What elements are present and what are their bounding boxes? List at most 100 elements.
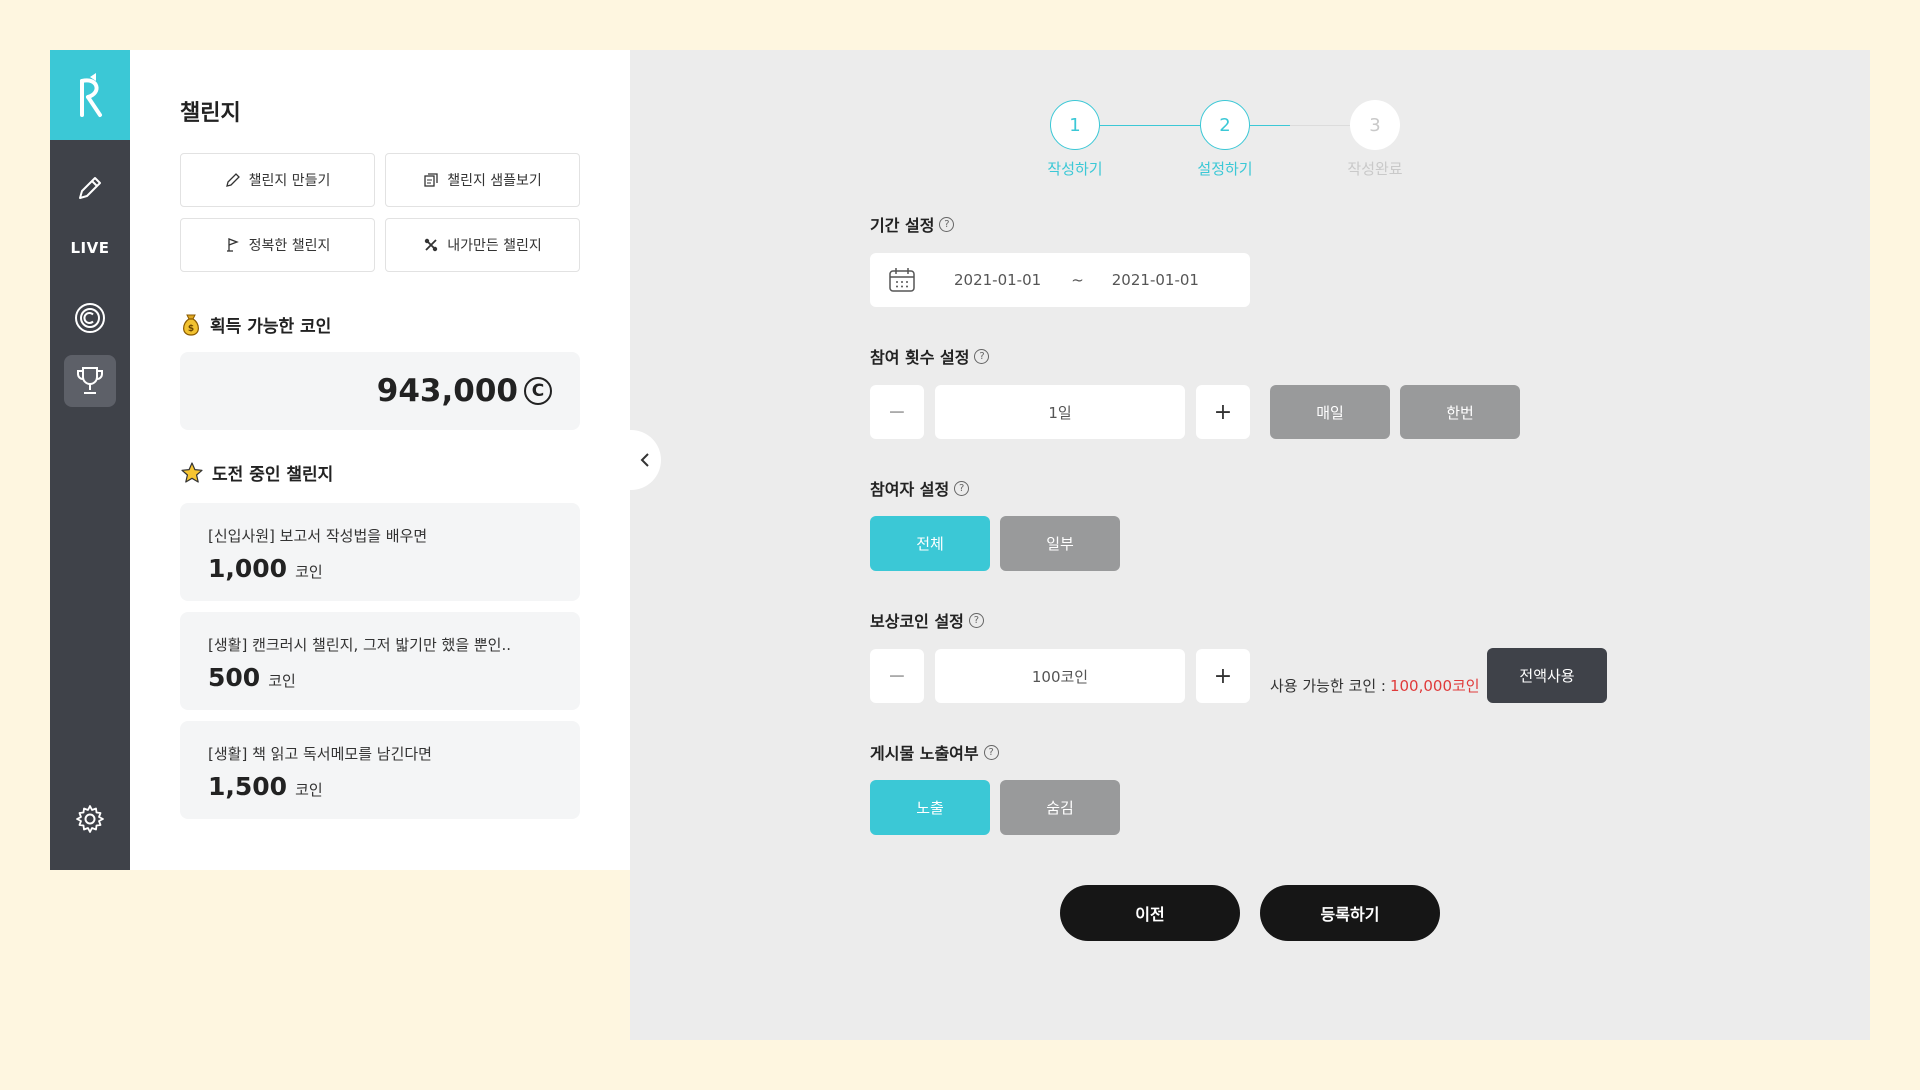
help-icon[interactable]: ? xyxy=(983,744,999,760)
challenge-coin-amount: 1,000 xyxy=(208,554,288,583)
ongoing-heading-label: 도전 중인 챌린지 xyxy=(212,465,334,485)
frequency-value: 1일 xyxy=(1048,403,1072,422)
coin-symbol-icon: C xyxy=(524,377,552,405)
sample-icon xyxy=(424,173,438,187)
challenge-coin-unit: 코인 xyxy=(295,781,323,799)
end-date[interactable]: 2021-01-01 xyxy=(1112,271,1199,289)
coin-icon xyxy=(75,303,105,333)
gear-icon xyxy=(76,805,104,833)
previous-button[interactable]: 이전 xyxy=(1060,885,1240,941)
reward-label-text: 보상코인 설정 xyxy=(870,612,964,631)
plus-icon: + xyxy=(1213,399,1233,425)
exposure-hide-button[interactable]: 숨김 xyxy=(1000,780,1120,835)
available-coins-label: 사용 가능한 코인 : xyxy=(1270,677,1386,695)
period-label: 기간 설정 ? xyxy=(870,212,955,236)
rail-settings[interactable] xyxy=(64,793,116,845)
rail-coin[interactable] xyxy=(64,292,116,344)
chevron-left-icon xyxy=(640,453,649,467)
conquered-challenge-button[interactable]: 정복한 챌린지 xyxy=(180,218,375,272)
help-icon[interactable]: ? xyxy=(974,348,990,364)
challenge-card[interactable]: [생활] 캔크러시 챌린지, 그저 밟기만 했을 뿐인.. 500 코인 xyxy=(180,612,580,710)
pencil-icon xyxy=(79,177,101,199)
available-coins-info: 사용 가능한 코인 : 100,000코인 xyxy=(1270,675,1480,696)
participants-label: 참여자 설정 ? xyxy=(870,476,970,500)
flag-icon xyxy=(226,238,239,252)
challenge-title: [생활] 캔크러시 챌린지, 그저 밟기만 했을 뿐인.. xyxy=(208,636,512,654)
ongoing-heading: 도전 중인 챌린지 xyxy=(180,460,333,485)
use-all-coins-button[interactable]: 전액사용 xyxy=(1487,648,1607,703)
help-icon[interactable]: ? xyxy=(968,612,984,628)
frequency-value-field[interactable]: 1일 xyxy=(935,385,1185,439)
reward-minus-button[interactable]: − xyxy=(870,649,924,703)
help-icon[interactable]: ? xyxy=(939,216,955,232)
available-coins-amount: 943,000 xyxy=(376,373,518,409)
exposure-label: 게시물 노출여부 ? xyxy=(870,740,999,764)
once-option-button[interactable]: 한번 xyxy=(1400,385,1520,439)
reward-label: 보상코인 설정 ? xyxy=(870,608,984,632)
challenge-coin-amount: 500 xyxy=(208,663,261,692)
step-3-label: 작성완료 xyxy=(1347,160,1403,178)
step-1-label: 작성하기 xyxy=(1047,160,1103,178)
exposure-show-button[interactable]: 노출 xyxy=(870,780,990,835)
date-range-picker[interactable]: 2021-01-01 ~ 2021-01-01 xyxy=(870,253,1250,307)
frequency-label: 참여 횟수 설정 ? xyxy=(870,344,990,368)
frequency-label-text: 참여 횟수 설정 xyxy=(870,348,970,367)
star-icon xyxy=(181,461,203,483)
rail-live[interactable]: LIVE xyxy=(64,222,116,274)
reward-value-field[interactable]: 100코인 xyxy=(935,649,1185,703)
rail-challenge[interactable] xyxy=(64,355,116,407)
challenge-card[interactable]: [신입사원] 보고서 작성법을 배우면 1,000 코인 xyxy=(180,503,580,601)
period-label-text: 기간 설정 xyxy=(870,216,935,235)
participants-all-button[interactable]: 전체 xyxy=(870,516,990,571)
step-2-label: 설정하기 xyxy=(1197,160,1253,178)
coins-heading-label: 획득 가능한 코인 xyxy=(210,317,332,337)
step-connector xyxy=(1100,125,1200,126)
pencil-icon xyxy=(225,173,240,187)
app-logo[interactable] xyxy=(50,50,130,140)
daily-option-button[interactable]: 매일 xyxy=(1270,385,1390,439)
icon-rail: LIVE xyxy=(50,50,130,870)
tools-icon xyxy=(424,238,438,252)
my-challenge-button[interactable]: 내가만든 챌린지 xyxy=(385,218,580,272)
minus-icon: − xyxy=(887,663,907,689)
challenge-card[interactable]: [생활] 책 읽고 독서메모를 남긴다면 1,500 코인 xyxy=(180,721,580,819)
challenge-coin-amount: 1,500 xyxy=(208,772,288,801)
collapse-panel-button[interactable] xyxy=(629,430,661,490)
minus-icon: − xyxy=(887,399,907,425)
live-label: LIVE xyxy=(70,239,110,257)
step-1-circle: 1 xyxy=(1050,100,1100,150)
rail-edit[interactable] xyxy=(64,162,116,214)
date-separator: ~ xyxy=(1071,271,1084,289)
my-challenge-label: 내가만든 챌린지 xyxy=(447,238,542,254)
logo-icon xyxy=(80,73,102,117)
trophy-icon xyxy=(77,367,103,394)
challenge-panel: 챌린지 챌린지 만들기 챌린지 샘플보기 정복한 챌린지 내가만든 챌린지 $ … xyxy=(130,50,630,870)
svg-text:$: $ xyxy=(188,324,194,334)
help-icon[interactable]: ? xyxy=(954,480,970,496)
available-coins-value: 100,000코인 xyxy=(1389,677,1480,695)
reward-plus-button[interactable]: + xyxy=(1196,649,1250,703)
reward-value: 100코인 xyxy=(1031,667,1089,686)
submit-button[interactable]: 등록하기 xyxy=(1260,885,1440,941)
start-date[interactable]: 2021-01-01 xyxy=(954,271,1041,289)
create-challenge-button[interactable]: 챌린지 만들기 xyxy=(180,153,375,207)
available-coins-box: 943,000 C xyxy=(180,352,580,430)
create-challenge-label: 챌린지 만들기 xyxy=(248,173,331,189)
sample-challenge-button[interactable]: 챌린지 샘플보기 xyxy=(385,153,580,207)
sample-challenge-label: 챌린지 샘플보기 xyxy=(447,173,542,189)
money-bag-icon: $ xyxy=(183,314,199,336)
step-connector xyxy=(1250,125,1350,126)
participants-label-text: 참여자 설정 xyxy=(870,480,950,499)
progress-stepper: 1 2 3 작성하기 설정하기 작성완료 xyxy=(1047,100,1450,190)
participants-some-button[interactable]: 일부 xyxy=(1000,516,1120,571)
challenge-title: [신입사원] 보고서 작성법을 배우면 xyxy=(208,527,428,545)
settings-form-area: 1 2 3 작성하기 설정하기 작성완료 기간 설정 ? 2021-01-01 … xyxy=(629,50,1870,1040)
coins-heading: $ 획득 가능한 코인 xyxy=(180,312,331,337)
frequency-minus-button[interactable]: − xyxy=(870,385,924,439)
calendar-icon xyxy=(889,268,915,292)
challenge-title: [생활] 책 읽고 독서메모를 남긴다면 xyxy=(208,745,432,763)
step-2-circle: 2 xyxy=(1200,100,1250,150)
frequency-plus-button[interactable]: + xyxy=(1196,385,1250,439)
challenge-coin-unit: 코인 xyxy=(268,672,296,690)
challenge-coin-unit: 코인 xyxy=(295,563,323,581)
